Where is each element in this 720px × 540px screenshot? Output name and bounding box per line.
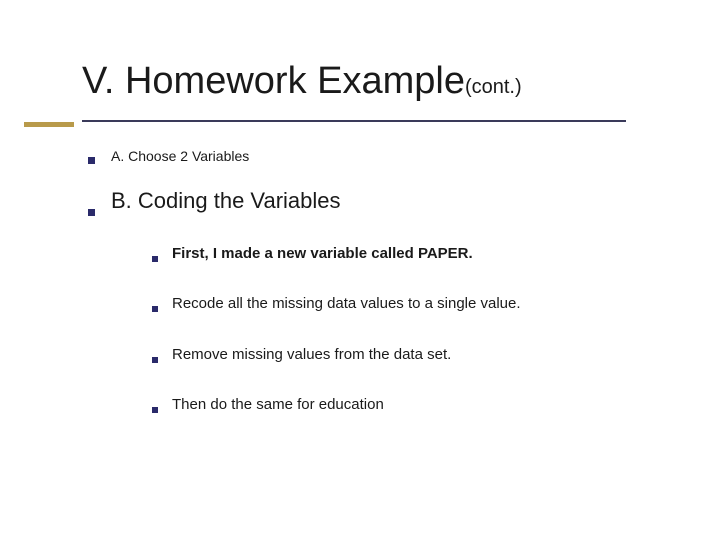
list-item: Then do the same for education — [152, 395, 668, 415]
title-underline-accent — [24, 122, 74, 127]
square-bullet-icon — [152, 256, 158, 262]
list-item: B. Coding the Variables — [88, 188, 668, 214]
square-bullet-icon — [152, 306, 158, 312]
square-bullet-icon — [152, 407, 158, 413]
list-item: Recode all the missing data values to a … — [152, 294, 668, 314]
list-item-text: B. Coding the Variables — [111, 188, 341, 214]
title-area: V. Homework Example(cont.) — [82, 62, 672, 100]
square-bullet-icon — [88, 209, 95, 216]
list-item-text: Remove missing values from the data set. — [172, 345, 451, 365]
sub-list: First, I made a new variable called PAPE… — [152, 244, 668, 415]
list-item-text: Then do the same for education — [172, 395, 384, 415]
list-item-text: A. Choose 2 Variables — [111, 148, 249, 164]
list-item-text: Recode all the missing data values to a … — [172, 294, 521, 314]
slide-title: V. Homework Example — [82, 60, 465, 102]
square-bullet-icon — [152, 357, 158, 363]
slide-body: A. Choose 2 Variables B. Coding the Vari… — [88, 148, 668, 445]
list-item: Remove missing values from the data set. — [152, 345, 668, 365]
title-underline — [82, 120, 626, 122]
slide: V. Homework Example(cont.) A. Choose 2 V… — [0, 0, 720, 540]
square-bullet-icon — [88, 157, 95, 164]
list-item: First, I made a new variable called PAPE… — [152, 244, 668, 264]
slide-title-suffix: (cont.) — [465, 76, 522, 98]
list-item: A. Choose 2 Variables — [88, 148, 668, 164]
list-item-text: First, I made a new variable called PAPE… — [172, 244, 473, 264]
